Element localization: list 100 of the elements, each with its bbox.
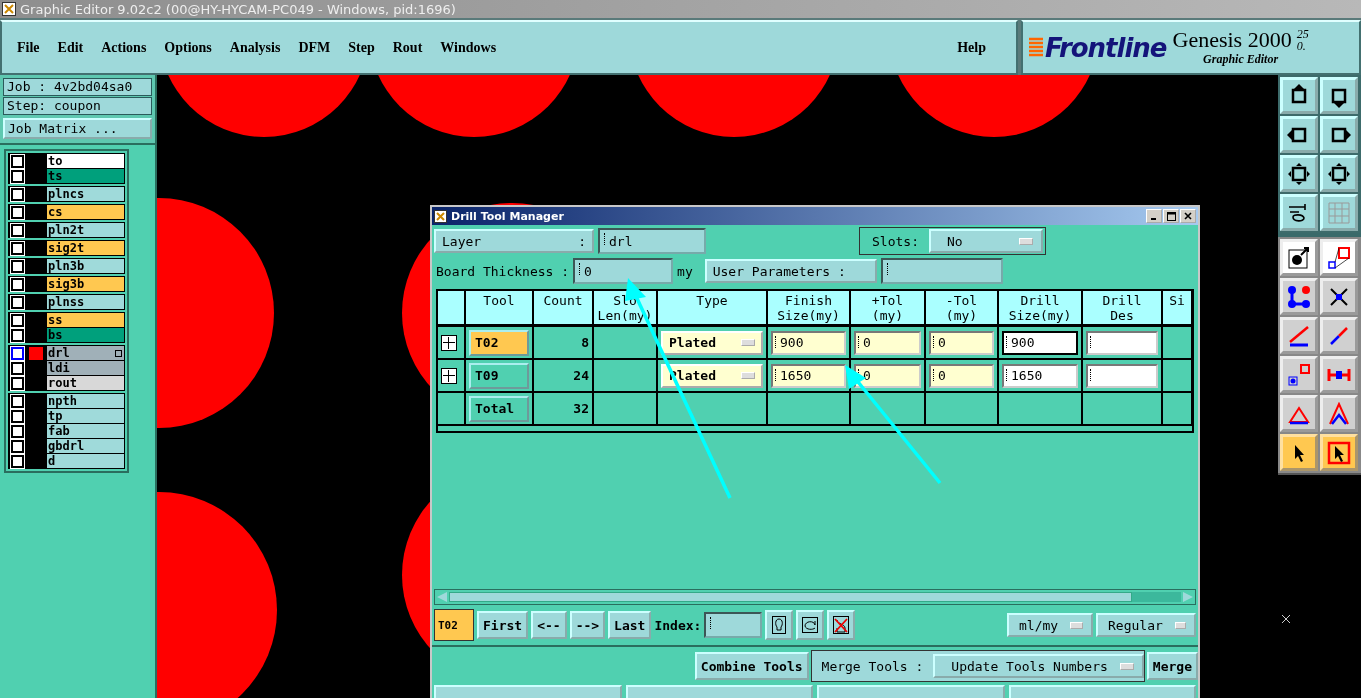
icon-button[interactable] — [796, 610, 825, 640]
toolbar-button[interactable] — [1320, 434, 1358, 471]
drill-size-field[interactable]: 900 — [1002, 330, 1078, 355]
layer-name[interactable]: rout — [47, 376, 124, 390]
nav-button[interactable]: <-- — [531, 611, 567, 639]
layer-name[interactable]: fab — [47, 424, 124, 438]
units-dropdown[interactable]: ml/my — [1007, 613, 1093, 637]
layer-name[interactable]: to — [47, 154, 124, 168]
close-button[interactable] — [1180, 209, 1196, 223]
menu-item[interactable]: File — [17, 39, 40, 56]
user-parameters-button[interactable]: User Parameters : — [704, 259, 877, 283]
type-dropdown[interactable]: Plated — [661, 330, 763, 355]
expand-icon[interactable] — [441, 334, 457, 351]
minus-tol-field[interactable]: 0 — [929, 363, 994, 388]
plus-tol-field[interactable]: 0 — [854, 330, 921, 355]
tool-button[interactable]: T02 — [469, 329, 529, 356]
layer-name[interactable]: d — [47, 454, 124, 468]
drill-des-field[interactable] — [1086, 330, 1158, 355]
combine-tools-button[interactable]: Combine Tools — [694, 652, 809, 680]
menu-item[interactable]: Edit — [57, 39, 84, 56]
toolbar-button[interactable] — [1280, 317, 1318, 354]
menu-item[interactable]: Actions — [101, 39, 147, 56]
toolbar-button[interactable] — [1320, 278, 1358, 315]
layer-name[interactable]: ss — [47, 313, 124, 327]
layer-checkbox[interactable] — [11, 259, 24, 273]
merge-option-dropdown[interactable]: Update Tools Numbers — [933, 654, 1144, 678]
column-header: Tool — [466, 291, 534, 327]
layer-name[interactable]: pln2t — [47, 223, 124, 237]
layer-checkbox[interactable] — [11, 154, 24, 168]
menu-item[interactable]: DFM — [298, 39, 331, 56]
icon-button[interactable] — [827, 610, 856, 640]
layer-checkbox[interactable] — [11, 409, 24, 423]
layer-checkbox[interactable] — [11, 346, 24, 360]
merge-tools-label: Merge Tools : — [821, 658, 924, 674]
menu-item[interactable]: Analysis — [229, 39, 281, 56]
toolbar-button[interactable] — [1320, 356, 1358, 393]
toolbar-button[interactable] — [1320, 239, 1358, 276]
nav-button[interactable]: Last — [608, 611, 652, 639]
help-menu[interactable]: Help — [957, 39, 986, 56]
total-button[interactable]: Total — [469, 395, 529, 422]
toolbar-button[interactable] — [1280, 278, 1318, 315]
layer-name[interactable]: sig3b — [47, 277, 124, 291]
layer-field[interactable]: drl — [598, 228, 706, 254]
board-thickness-field[interactable]: 0 — [573, 258, 674, 284]
drill-des-field[interactable] — [1086, 363, 1158, 388]
layer-checkbox[interactable] — [11, 169, 24, 183]
index-field[interactable] — [704, 612, 763, 638]
toolbar-button[interactable] — [1320, 395, 1358, 432]
layer-name[interactable]: ldi — [47, 361, 124, 375]
slots-dropdown[interactable]: No — [929, 229, 1043, 253]
layer-name[interactable]: pln3b — [47, 259, 124, 273]
drill-size-field[interactable]: 1650 — [1002, 363, 1078, 388]
tool-button[interactable]: T09 — [469, 362, 529, 389]
layer-name[interactable]: plncs — [47, 187, 124, 201]
menu-item[interactable]: Windows — [440, 39, 497, 56]
menu-item[interactable]: Step — [348, 39, 375, 56]
icon-button[interactable] — [765, 610, 794, 640]
layer-name[interactable]: tp — [47, 409, 124, 423]
colon-text: : — [578, 233, 586, 249]
toolbar-button[interactable] — [1280, 434, 1318, 471]
minus-tol-field[interactable]: 0 — [929, 330, 994, 355]
layer-name[interactable]: bs — [47, 328, 124, 342]
layer-checkbox[interactable] — [11, 376, 24, 390]
layer-checkbox[interactable] — [11, 313, 24, 327]
layer-name[interactable]: plnss — [47, 295, 124, 309]
nav-button[interactable]: First — [477, 611, 529, 639]
merge-button[interactable]: Merge — [1146, 652, 1198, 680]
user-parameters-field[interactable] — [880, 258, 1003, 284]
layer-checkbox[interactable] — [11, 394, 24, 408]
menu-item[interactable]: Rout — [392, 39, 423, 56]
job-matrix-button[interactable]: Job Matrix ... — [3, 118, 152, 139]
maximize-button[interactable] — [1163, 209, 1179, 223]
layer-checkbox[interactable] — [11, 241, 24, 255]
layer-checkbox[interactable] — [11, 424, 24, 438]
layer-checkbox[interactable] — [11, 439, 24, 453]
finish-size-field[interactable]: 1650 — [771, 363, 846, 388]
layer-name[interactable]: drl — [47, 346, 124, 360]
layer-checkbox[interactable] — [11, 187, 24, 201]
plus-tol-field[interactable]: 0 — [854, 363, 921, 388]
finish-size-field[interactable]: 900 — [771, 330, 846, 355]
nav-button[interactable]: --> — [569, 611, 606, 639]
layer-checkbox[interactable] — [11, 205, 24, 219]
layer-checkbox[interactable] — [11, 328, 24, 342]
menu-item[interactable]: Options — [164, 39, 212, 56]
mode-dropdown[interactable]: Regular — [1096, 613, 1196, 637]
expand-icon[interactable] — [441, 367, 457, 384]
layer-checkbox[interactable] — [11, 361, 24, 375]
layer-checkbox[interactable] — [11, 454, 24, 468]
layer-checkbox[interactable] — [11, 223, 24, 237]
minimize-button[interactable] — [1146, 209, 1162, 223]
layer-name[interactable]: cs — [47, 205, 124, 219]
layer-checkbox[interactable] — [11, 277, 24, 291]
layer-name[interactable]: npth — [47, 394, 124, 408]
layer-name[interactable]: gbdrl — [47, 439, 124, 453]
shrink-icon — [1327, 161, 1351, 186]
layer-checkbox[interactable] — [11, 295, 24, 309]
layer-name[interactable]: sig2t — [47, 241, 124, 255]
layer-name[interactable]: ts — [47, 169, 124, 183]
toolbar-button[interactable] — [1280, 395, 1318, 432]
toolbar-button[interactable] — [1280, 239, 1318, 276]
